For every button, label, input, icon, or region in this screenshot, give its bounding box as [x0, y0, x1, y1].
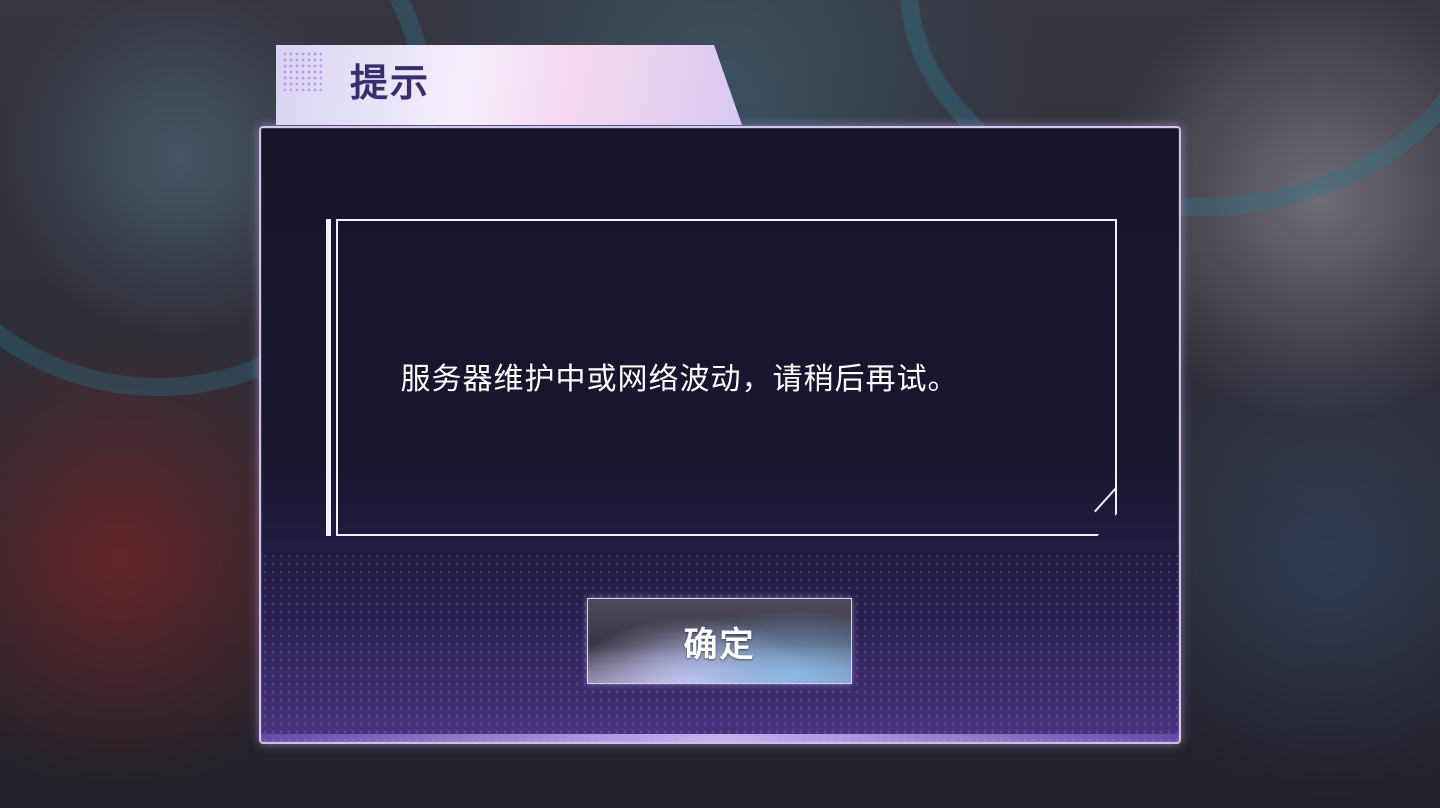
- message-accent-bar: [326, 219, 331, 536]
- confirm-button[interactable]: 确定: [587, 598, 852, 684]
- dialog-message-text: 服务器维护中或网络波动，请稍后再试。: [400, 362, 959, 397]
- dialog-message: 服务器维护中或网络波动，请稍后再试。: [336, 355, 1117, 405]
- dialog-title-tab: [276, 45, 742, 125]
- confirm-button-label: 确定: [683, 624, 756, 665]
- dialog-title: 提示: [350, 61, 431, 105]
- title-dot-decoration: [282, 51, 322, 91]
- dialog-bottom-glow: [261, 734, 1179, 742]
